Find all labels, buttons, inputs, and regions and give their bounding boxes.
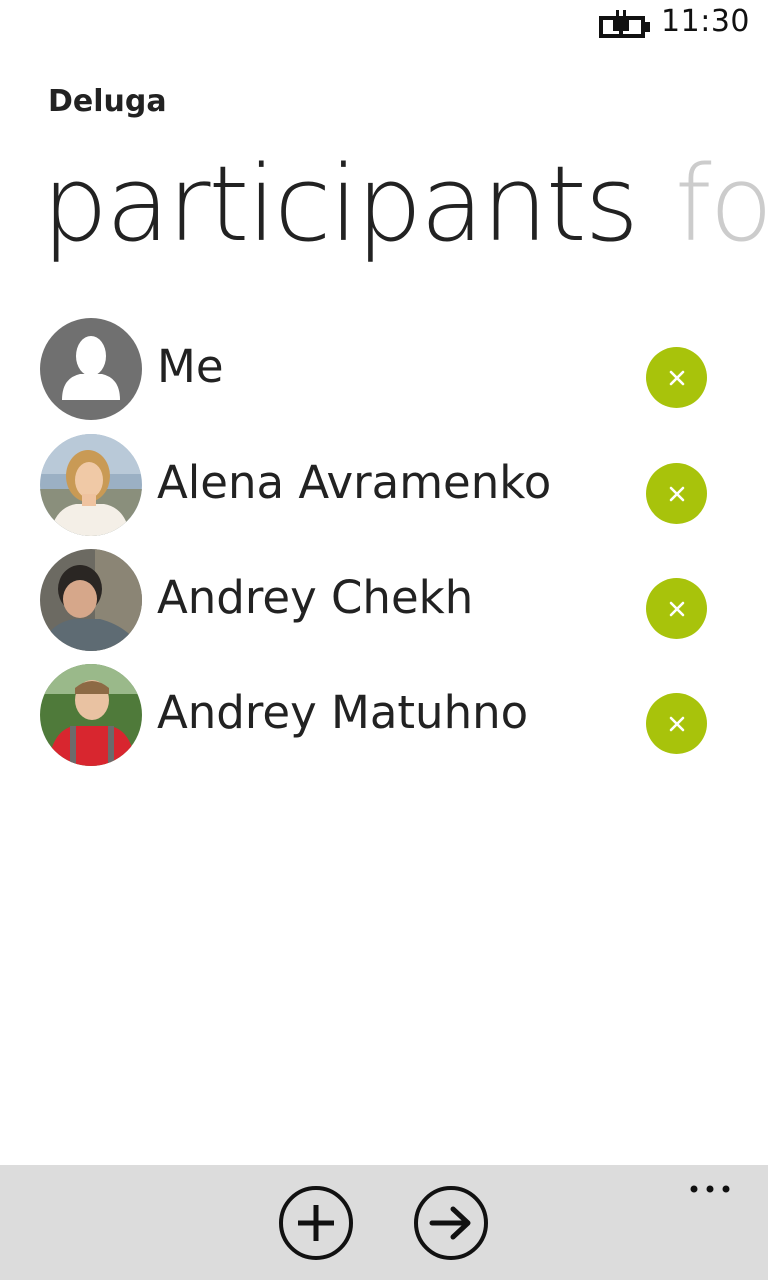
participant-row[interactable]: Andrey Matuhno (0, 664, 768, 768)
participant-row[interactable]: Me (0, 318, 768, 422)
participant-name: Andrey Matuhno (157, 686, 529, 739)
add-icon (279, 1186, 353, 1260)
participant-avatar (40, 664, 142, 766)
participant-name: Alena Avramenko (157, 456, 552, 509)
close-icon (669, 486, 684, 501)
app-title: Deluga (48, 84, 167, 119)
close-icon (669, 601, 684, 616)
more-options-button[interactable] (686, 1179, 734, 1199)
battery-charging-icon (599, 10, 650, 38)
participant-row[interactable]: Andrey Chekh (0, 549, 768, 653)
arrow-right-icon (414, 1186, 488, 1260)
participant-avatar (40, 549, 142, 651)
participant-avatar (40, 434, 142, 536)
close-icon (669, 716, 684, 731)
default-person-icon (40, 318, 142, 420)
pivot-item-next[interactable]: fo (675, 143, 768, 265)
participant-row[interactable]: Alena Avramenko (0, 434, 768, 538)
add-button[interactable] (278, 1185, 354, 1261)
remove-participant-button[interactable] (646, 693, 707, 754)
remove-participant-button[interactable] (646, 347, 707, 408)
pivot-item-participants[interactable]: participants (42, 143, 639, 265)
status-bar: 11:30 (0, 0, 768, 50)
next-button[interactable] (413, 1185, 489, 1261)
pivot-header: participants fo (42, 134, 768, 274)
remove-participant-button[interactable] (646, 578, 707, 639)
app-bar (0, 1165, 768, 1280)
remove-participant-button[interactable] (646, 463, 707, 524)
participant-name: Andrey Chekh (157, 571, 474, 624)
participant-name: Me (157, 340, 224, 393)
ellipsis-icon (690, 1185, 730, 1193)
clock: 11:30 (661, 4, 750, 39)
close-icon (669, 370, 684, 385)
